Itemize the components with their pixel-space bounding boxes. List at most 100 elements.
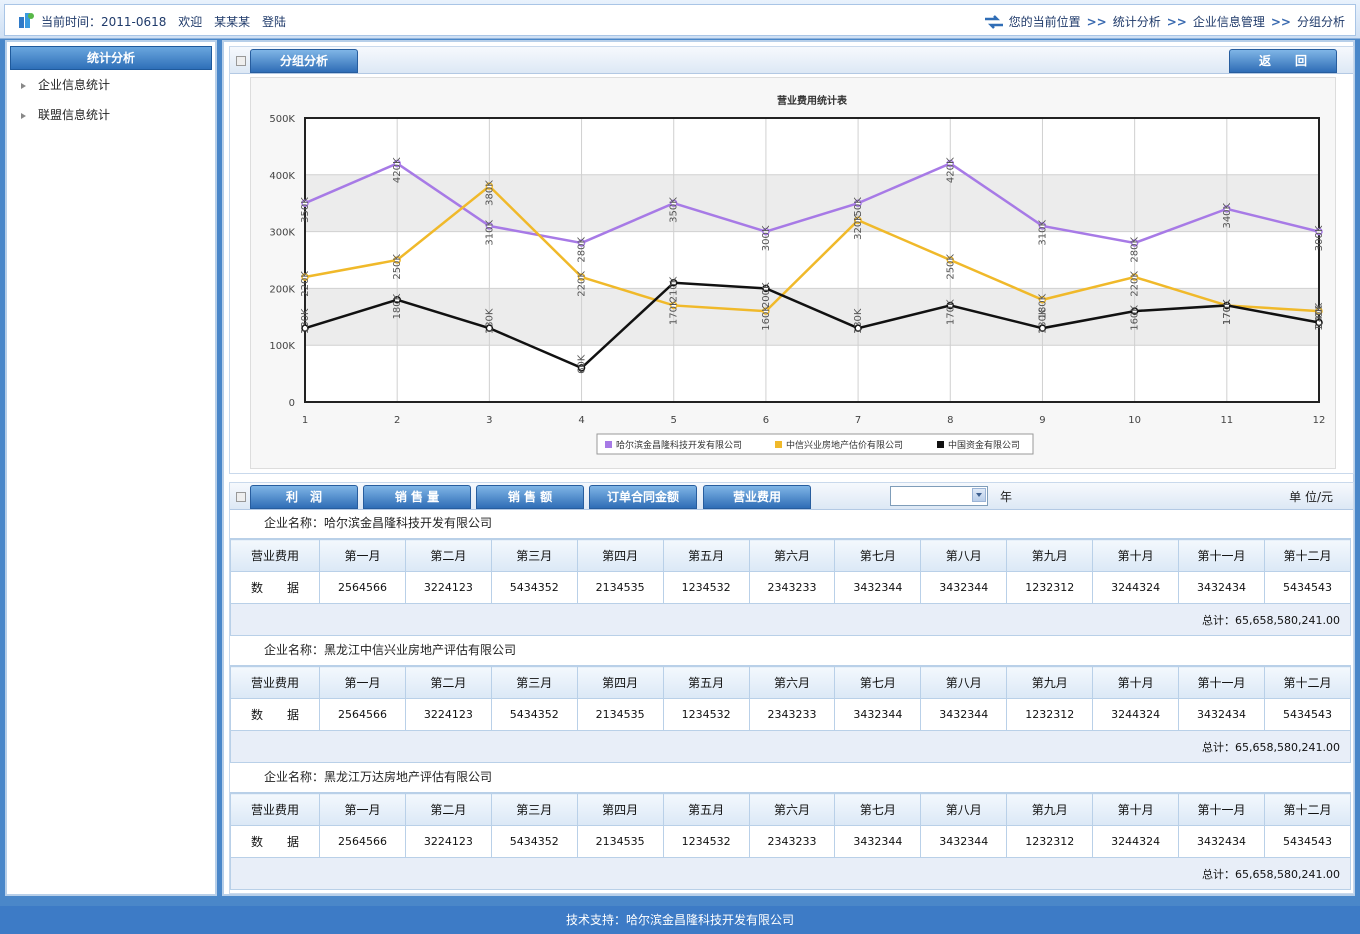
main-content: 分组分析 返 回 营业费用统计表 0 100K 200K 300K 400K 500K 1 2 3… bbox=[222, 40, 1355, 896]
current-time: 当前时间：2011-0618 bbox=[41, 15, 167, 29]
table-cell: 5434352 bbox=[490, 571, 578, 604]
data-label: 310K bbox=[1037, 219, 1048, 245]
data-label: 200K bbox=[761, 282, 772, 308]
table-row: 数 据 2564566 3224123 5434352 2134535 1234532 23… bbox=[230, 698, 1352, 731]
table-cell: 3224123 bbox=[404, 698, 492, 731]
app-logo-icon bbox=[19, 13, 34, 28]
legend-label: 中国资金有限公司 bbox=[948, 439, 1020, 451]
column-header: 第九月 bbox=[1006, 539, 1094, 572]
column-header: 第五月 bbox=[662, 793, 750, 826]
x-tick-label: 4 bbox=[578, 415, 584, 426]
data-label: 300K bbox=[761, 225, 772, 251]
data-label: 170K bbox=[1222, 299, 1233, 325]
collapse-icon[interactable] bbox=[236, 56, 246, 66]
table-cell: 3224123 bbox=[404, 571, 492, 604]
column-header: 第四月 bbox=[576, 793, 664, 826]
tab-profit[interactable]: 利 润 bbox=[250, 485, 358, 509]
table-cell: 3224123 bbox=[404, 825, 492, 858]
back-button[interactable]: 返 回 bbox=[1229, 49, 1337, 73]
table-cell: 1232312 bbox=[1006, 571, 1094, 604]
data-label: 130K bbox=[1037, 308, 1048, 334]
table-cell: 3432344 bbox=[834, 698, 922, 731]
row-label: 数 据 bbox=[230, 698, 320, 731]
crumb-statistics[interactable]: 统计分析 bbox=[1113, 13, 1161, 30]
column-header: 第十月 bbox=[1092, 539, 1180, 572]
table-cell: 1232312 bbox=[1006, 698, 1094, 731]
tab-sales-volume[interactable]: 销 售 量 bbox=[363, 485, 471, 509]
data-label: 130K bbox=[300, 308, 311, 334]
data-label: 170K bbox=[945, 299, 956, 325]
table-cell: 5434543 bbox=[1263, 825, 1352, 858]
chevron-down-icon[interactable] bbox=[972, 488, 986, 502]
login-link[interactable]: 登陆 bbox=[262, 15, 286, 29]
y-tick-label: 300K bbox=[269, 228, 295, 239]
year-select[interactable] bbox=[890, 486, 988, 506]
table-cell: 1234532 bbox=[662, 571, 750, 604]
table-header-row: 营业费用 第一月 第二月 第三月 第四月 第五月 第六月 第七月 第八月 第九月 第十月 第十一月 第十… bbox=[230, 793, 1352, 826]
collapse-icon[interactable] bbox=[236, 492, 246, 502]
column-header: 第一月 bbox=[319, 666, 406, 699]
table-cell: 2134535 bbox=[576, 698, 664, 731]
column-header: 第七月 bbox=[834, 666, 922, 699]
column-header: 第十二月 bbox=[1263, 539, 1352, 572]
total-row: 总计：65,658,580,241.00 bbox=[230, 603, 1351, 636]
plot-band bbox=[305, 345, 1319, 402]
company-tables: 企业名称：哈尔滨金昌隆科技开发有限公司 营业费用 第一月 第二月 第三月 第四月 第五月 第六… bbox=[230, 509, 1352, 890]
tab-operating-expenses[interactable]: 营业费用 bbox=[703, 485, 811, 509]
data-tab-row: 利 润 销 售 量 销 售 额 订单合同金额 营业费用 年 单 位/元 bbox=[230, 483, 1353, 510]
x-tick-label: 3 bbox=[486, 415, 492, 426]
data-label: 160K bbox=[1130, 305, 1141, 331]
table-cell: 5434543 bbox=[1263, 571, 1352, 604]
data-label: 210K bbox=[669, 276, 680, 302]
total-value: 总计：65,658,580,241.00 bbox=[230, 603, 1351, 636]
column-header: 第二月 bbox=[404, 666, 492, 699]
column-header: 第一月 bbox=[319, 793, 406, 826]
top-bar: 当前时间：2011-0618 欢迎 某某某 登陆 您的当前位置 >> 统计分析 … bbox=[0, 0, 1360, 39]
data-label: 350K bbox=[669, 197, 680, 223]
username: 某某某 bbox=[214, 15, 251, 29]
row-label: 数 据 bbox=[230, 571, 320, 604]
data-label: 250K bbox=[392, 254, 403, 280]
welcome-text: 欢迎 bbox=[178, 15, 203, 29]
sidebar-item-alliance-stats[interactable]: 联盟信息统计 bbox=[7, 100, 215, 130]
sidebar-item-label: 企业信息统计 bbox=[38, 78, 111, 92]
table-cell: 5434543 bbox=[1263, 698, 1352, 731]
total-row: 总计：65,658,580,241.00 bbox=[230, 857, 1351, 890]
x-tick-label: 6 bbox=[763, 415, 769, 426]
tab-group-analysis[interactable]: 分组分析 bbox=[250, 49, 358, 73]
column-header: 第十月 bbox=[1092, 666, 1180, 699]
y-tick-label: 200K bbox=[269, 284, 295, 295]
data-label: 130K bbox=[484, 308, 495, 334]
column-header: 第三月 bbox=[490, 793, 578, 826]
column-header: 第六月 bbox=[748, 666, 836, 699]
column-header: 第六月 bbox=[748, 539, 836, 572]
table-header-row: 营业费用 第一月 第二月 第三月 第四月 第五月 第六月 第七月 第八月 第九月 第十月 第十一月 第十… bbox=[230, 539, 1352, 572]
chart-panel: 分组分析 返 回 营业费用统计表 0 100K 200K 300K 400K 500K 1 2 3… bbox=[229, 46, 1354, 474]
tab-contract-amount[interactable]: 订单合同金额 bbox=[589, 485, 697, 509]
column-header: 第十二月 bbox=[1263, 793, 1352, 826]
company-data-table: 营业费用 第一月 第二月 第三月 第四月 第五月 第六月 第七月 第八月 第九月 第十月 第十一月 第十… bbox=[230, 666, 1352, 763]
table-cell: 3432344 bbox=[920, 825, 1008, 858]
crumb-separator: >> bbox=[1086, 14, 1107, 29]
footer: 技术支持：哈尔滨金昌隆科技开发有限公司 bbox=[0, 906, 1360, 934]
y-tick-label: 500K bbox=[269, 114, 295, 125]
x-tick-label: 11 bbox=[1220, 415, 1233, 426]
column-header: 第十二月 bbox=[1263, 666, 1352, 699]
crumb-group-analysis[interactable]: 分组分析 bbox=[1297, 13, 1345, 30]
crumb-enterprise[interactable]: 企业信息管理 bbox=[1193, 13, 1265, 30]
column-header: 第三月 bbox=[490, 666, 578, 699]
sidebar-item-enterprise-stats[interactable]: 企业信息统计 bbox=[7, 70, 215, 100]
company-name: 企业名称：黑龙江万达房地产评估有限公司 bbox=[230, 763, 1351, 793]
data-label: 310K bbox=[484, 219, 495, 245]
sidebar-title: 统计分析 bbox=[10, 46, 212, 70]
table-cell: 3432434 bbox=[1178, 698, 1265, 731]
table-cell: 3244324 bbox=[1092, 698, 1180, 731]
table-cell: 3244324 bbox=[1092, 825, 1180, 858]
column-header: 第八月 bbox=[920, 666, 1008, 699]
table-cell: 2343233 bbox=[748, 698, 836, 731]
data-label: 130K bbox=[853, 308, 864, 334]
sidebar-item-label: 联盟信息统计 bbox=[38, 108, 111, 122]
data-label: 320K bbox=[853, 214, 864, 240]
table-cell: 3432344 bbox=[920, 698, 1008, 731]
tab-sales-amount[interactable]: 销 售 额 bbox=[476, 485, 584, 509]
